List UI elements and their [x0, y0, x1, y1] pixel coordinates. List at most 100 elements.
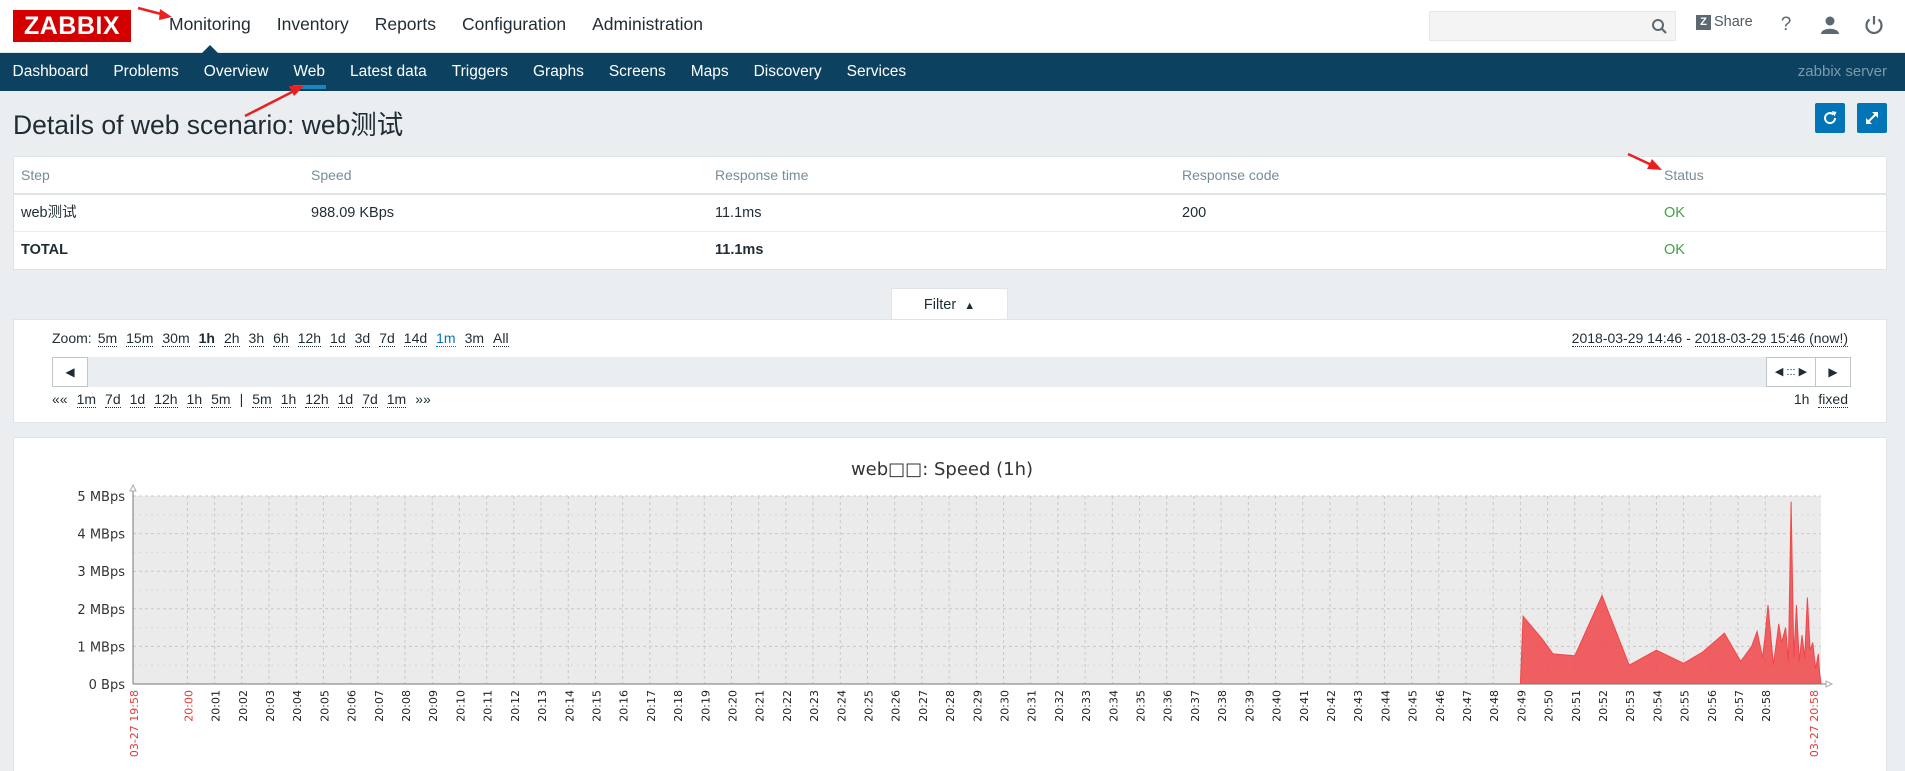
- fullscreen-button[interactable]: [1857, 103, 1887, 133]
- zoom-3h[interactable]: 3h: [248, 330, 265, 347]
- nav-forward-5m[interactable]: 5m: [252, 391, 272, 408]
- y-tick-label: 3 MBps: [77, 565, 125, 580]
- sign-out-icon[interactable]: [1862, 13, 1886, 37]
- nav-inventory[interactable]: Inventory: [264, 0, 362, 53]
- filter-tab[interactable]: Filter ▲: [891, 288, 1008, 320]
- zoom-1h[interactable]: 1h: [198, 330, 215, 347]
- subnav-maps[interactable]: Maps: [678, 53, 741, 91]
- zoom-2h[interactable]: 2h: [223, 330, 240, 347]
- timeline-scrollbar[interactable]: ◀ ◀ ::: ▶ ▶: [52, 357, 1851, 387]
- search-input[interactable]: [1429, 11, 1676, 41]
- x-tick-label: 20:55: [1679, 690, 1692, 722]
- x-tick-label: 20:50: [1543, 690, 1556, 722]
- x-tick-label: 20:15: [590, 690, 603, 722]
- period-to[interactable]: 2018-03-29 15:46 (now!): [1694, 330, 1848, 347]
- subnav-discovery[interactable]: Discovery: [741, 53, 834, 91]
- step-status: OK: [1664, 205, 1685, 221]
- zoom-7d[interactable]: 7d: [379, 330, 395, 347]
- x-tick-label: 20:38: [1216, 690, 1229, 722]
- x-tick-label: 20:57: [1733, 690, 1746, 722]
- subnav-latest-data[interactable]: Latest data: [338, 53, 440, 91]
- x-tick-label: 20:56: [1706, 690, 1719, 722]
- table-header: Step Speed Response time Response code S…: [14, 157, 1886, 195]
- main-nav: Monitoring Inventory Reports Configurati…: [156, 0, 716, 53]
- zoom-12h[interactable]: 12h: [297, 330, 322, 347]
- x-tick-label: 20:36: [1162, 690, 1175, 722]
- nav-reports[interactable]: Reports: [362, 0, 449, 53]
- zoom-all[interactable]: All: [493, 330, 509, 347]
- time-filter-panel: Zoom: 5m 15m 30m 1h 2h 3h 6h 12h 1d 3d 7…: [13, 319, 1887, 423]
- x-tick-label: 20:28: [944, 690, 957, 722]
- nav-back-12h[interactable]: 12h: [154, 391, 178, 408]
- filter-tab-label: Filter: [923, 297, 957, 313]
- x-tick-label: 20:33: [1080, 690, 1093, 722]
- scroll-forward-button[interactable]: ▶: [1815, 357, 1851, 387]
- nav-forward-7d[interactable]: 7d: [362, 391, 378, 408]
- x-tick-label: 20:35: [1135, 690, 1148, 722]
- nav-separator: |: [239, 391, 244, 407]
- nav-forward-1d[interactable]: 1d: [337, 391, 354, 408]
- period-separator: -: [1682, 330, 1695, 346]
- nav-configuration[interactable]: Configuration: [449, 0, 579, 53]
- nav-back-1d[interactable]: 1d: [129, 391, 146, 408]
- x-tick-label: 20:29: [971, 690, 984, 722]
- collapse-arrow-icon: ▲: [964, 300, 976, 312]
- x-tick-label: 20:31: [1026, 690, 1039, 722]
- zoom-15m[interactable]: 15m: [126, 330, 154, 347]
- subnav-triggers[interactable]: Triggers: [439, 53, 520, 91]
- x-tick-label: 20:08: [400, 690, 413, 722]
- nav-back-5m[interactable]: 5m: [211, 391, 231, 408]
- x-tick-label: 20:16: [618, 690, 631, 722]
- share-button[interactable]: Z Share: [1696, 14, 1753, 30]
- sub-nav-bar: Dashboard Problems Overview Web Latest d…: [0, 53, 1905, 91]
- scroll-back-button[interactable]: ◀: [52, 357, 88, 387]
- zoom-3d[interactable]: 3d: [354, 330, 371, 347]
- user-profile-icon[interactable]: [1818, 13, 1842, 37]
- x-tick-label: 20:52: [1597, 690, 1610, 722]
- x-tick-label: 20:23: [808, 690, 821, 722]
- nav-administration[interactable]: Administration: [579, 0, 716, 53]
- zoom-1d[interactable]: 1d: [330, 330, 346, 347]
- subnav-screens[interactable]: Screens: [596, 53, 678, 91]
- server-name: zabbix server: [1797, 63, 1887, 80]
- nav-back-1m[interactable]: 1m: [76, 391, 97, 408]
- x-tick-label: 20:32: [1053, 690, 1066, 722]
- search-icon[interactable]: [1651, 18, 1668, 35]
- subnav-web[interactable]: Web: [281, 53, 338, 91]
- refresh-button[interactable]: [1815, 103, 1845, 133]
- help-icon[interactable]: ?: [1774, 13, 1798, 37]
- subnav-graphs[interactable]: Graphs: [520, 53, 596, 91]
- period-navigation: «« 1m 7d 1d 12h 1h 5m | 5m 1h 12h 1d 7d …: [52, 391, 440, 408]
- nav-back-1h[interactable]: 1h: [186, 391, 203, 408]
- fullscreen-icon: [1866, 112, 1878, 124]
- x-tick-label: 20:21: [754, 690, 767, 722]
- nav-back-7d[interactable]: 7d: [105, 391, 121, 408]
- zoom-30m[interactable]: 30m: [162, 330, 190, 347]
- subnav-overview[interactable]: Overview: [191, 53, 281, 91]
- x-end-label: 03-27 20:58: [1808, 690, 1821, 757]
- fixed-toggle[interactable]: fixed: [1818, 391, 1848, 408]
- nav-forward-1h[interactable]: 1h: [280, 391, 297, 408]
- nav-forward-12h[interactable]: 12h: [305, 391, 329, 408]
- zoom-5m[interactable]: 5m: [97, 330, 118, 347]
- share-icon: Z: [1696, 14, 1711, 30]
- zoom-1m[interactable]: 1m: [436, 330, 456, 347]
- zoom-14d[interactable]: 14d: [403, 330, 428, 347]
- graph-title: web□□: Speed (1h): [851, 459, 1033, 480]
- nav-monitoring[interactable]: Monitoring: [156, 0, 264, 53]
- y-tick-label: 2 MBps: [77, 603, 125, 618]
- zoom-6h[interactable]: 6h: [273, 330, 289, 347]
- zoom-3m[interactable]: 3m: [464, 330, 485, 347]
- nav-back-prefix: ««: [52, 391, 68, 407]
- period-from[interactable]: 2018-03-29 14:46: [1571, 330, 1683, 347]
- x-tick-label: 20:13: [536, 690, 549, 722]
- nav-forward-1m[interactable]: 1m: [386, 391, 407, 408]
- x-tick-label: 20:53: [1624, 690, 1637, 722]
- zabbix-logo[interactable]: ZABBIX: [13, 10, 131, 42]
- y-tick-label: 0 Bps: [89, 678, 126, 693]
- subnav-services[interactable]: Services: [834, 53, 918, 91]
- y-axis: 0 Bps 1 MBps 2 MBps 3 MBps 4 MBps 5 MBps: [77, 490, 125, 693]
- subnav-problems[interactable]: Problems: [101, 53, 191, 91]
- scroll-handle[interactable]: ◀ ::: ▶: [1766, 357, 1816, 387]
- subnav-dashboard[interactable]: Dashboard: [0, 53, 101, 91]
